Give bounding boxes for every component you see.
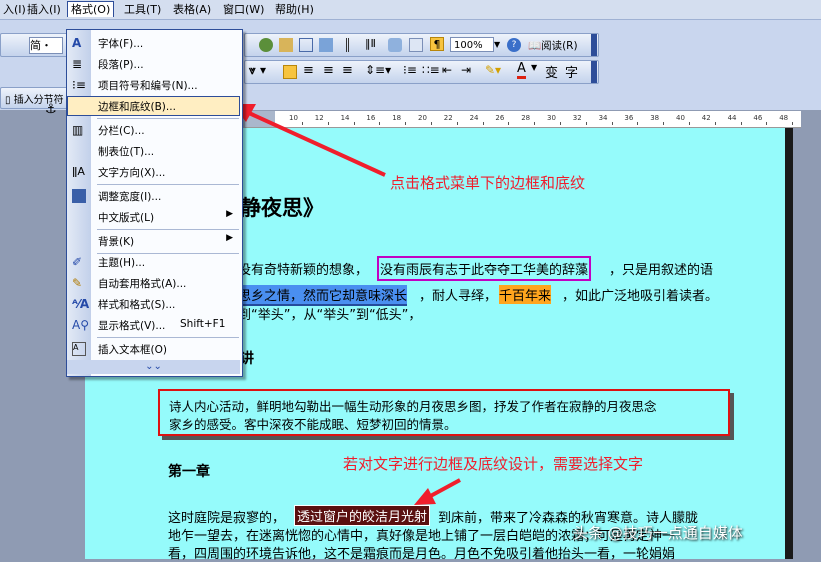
menu-expand-button[interactable]: ⌄⌄ xyxy=(67,360,240,374)
menu-item-label: 制表位(T)... xyxy=(98,146,155,158)
text-direction-icon: ǁA xyxy=(72,165,85,178)
menu-item-background[interactable]: 背景(K) ▶ xyxy=(67,231,240,251)
theme-icon: ✐ xyxy=(72,255,83,269)
reveal-format-icon: A⚲ xyxy=(72,318,89,332)
double-chevron-down-icon: ⌄⌄ xyxy=(145,361,162,372)
fit-width-icon xyxy=(72,189,86,203)
menu-item-label: 边框和底纹(B)... xyxy=(98,101,176,113)
bullets-numbering-icon: ⁝≡ xyxy=(72,78,86,92)
menu-item-label: 样式和格式(S)... xyxy=(98,299,176,311)
menu-separator xyxy=(97,229,239,230)
menu-item-styles[interactable]: ᴬ⁄A 样式和格式(S)... xyxy=(67,294,240,314)
menu-item-label: 项目符号和编号(N)... xyxy=(98,80,198,92)
menu-item-label: 字体(F)... xyxy=(98,38,144,50)
menu-item-label: 文字方向(X)... xyxy=(98,167,166,179)
menu-item-reveal-formatting[interactable]: A⚲ 显示格式(V)... Shift+F1 xyxy=(67,315,240,335)
menu-item-label: 段落(P)... xyxy=(98,59,144,71)
menu-item-columns[interactable]: ▥ 分栏(C)... xyxy=(67,120,240,140)
menu-item-label: 自动套用格式(A)... xyxy=(98,278,187,290)
autoformat-icon: ✎ xyxy=(72,276,83,290)
menu-item-paragraph[interactable]: ≣ 段落(P)... xyxy=(67,54,240,74)
menu-item-label: 主题(H)... xyxy=(98,257,146,269)
styles-icon: ᴬ⁄A xyxy=(72,297,90,311)
arrow-1-line xyxy=(237,106,386,177)
menu-item-label: 显示格式(V)... xyxy=(98,320,166,332)
menu-separator xyxy=(97,118,239,119)
menu-item-label: 分栏(C)... xyxy=(98,125,145,137)
format-menu: A 字体(F)... ≣ 段落(P)... ⁝≡ 项目符号和编号(N)... 边… xyxy=(66,29,243,377)
menu-item-borders-shading[interactable]: 边框和底纹(B)... xyxy=(67,96,240,116)
menu-separator xyxy=(97,184,239,185)
menu-item-asian-layout[interactable]: 中文版式(L) ▶ xyxy=(67,207,240,227)
menu-item-fit-width[interactable]: 调整宽度(I)... xyxy=(67,186,240,206)
columns-icon: ▥ xyxy=(72,123,84,137)
menu-item-theme[interactable]: ✐ 主题(H)... xyxy=(67,252,240,272)
menu-item-label: 背景(K) xyxy=(98,236,135,248)
menu-item-label: 中文版式(L) xyxy=(98,212,155,224)
menu-item-label: 插入文本框(O) xyxy=(98,344,167,356)
menu-item-shortcut: Shift+F1 xyxy=(180,318,226,330)
menu-separator xyxy=(97,337,239,338)
menu-item-font[interactable]: A 字体(F)... xyxy=(67,33,240,53)
submenu-arrow-icon: ▶ xyxy=(226,233,233,243)
paragraph-icon: ≣ xyxy=(72,57,83,71)
watermark: 头条 @技巧一点通自媒体 xyxy=(573,524,743,542)
menu-item-tabs[interactable]: 制表位(T)... xyxy=(67,141,240,161)
font-icon: A xyxy=(72,36,82,50)
menu-item-autoformat[interactable]: ✎ 自动套用格式(A)... xyxy=(67,273,240,293)
textbox-icon: A xyxy=(72,342,86,356)
menu-item-insert-textbox[interactable]: A 插入文本框(O) xyxy=(67,339,240,359)
menu-item-text-direction[interactable]: ǁA 文字方向(X)... xyxy=(67,162,240,182)
menu-item-bullets[interactable]: ⁝≡ 项目符号和编号(N)... xyxy=(67,75,240,95)
submenu-arrow-icon: ▶ xyxy=(226,209,233,219)
menu-item-label: 调整宽度(I)... xyxy=(98,191,162,203)
